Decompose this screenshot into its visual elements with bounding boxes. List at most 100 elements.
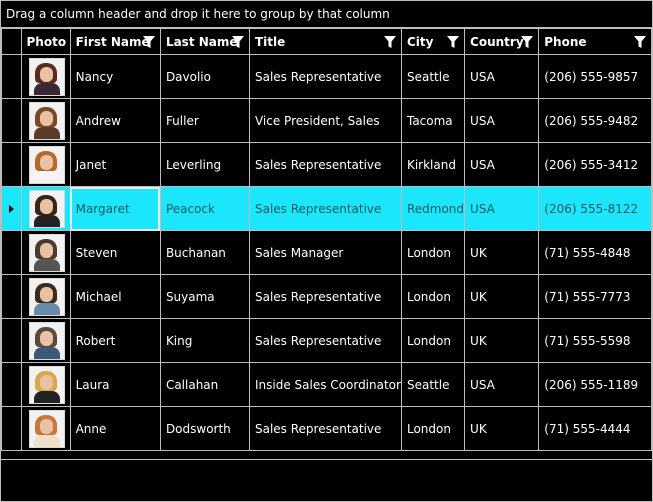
city-cell[interactable]: Seattle bbox=[400, 54, 466, 99]
last-name-cell[interactable]: Buchanan bbox=[159, 230, 250, 275]
column-header-photo[interactable]: Photo bbox=[20, 28, 71, 55]
phone-cell[interactable]: (71) 555-5598 bbox=[538, 318, 652, 363]
row-indicator-cell[interactable] bbox=[1, 98, 22, 143]
column-header-city[interactable]: City bbox=[400, 28, 466, 55]
title-cell[interactable]: Vice President, Sales bbox=[248, 98, 402, 143]
photo-cell[interactable] bbox=[20, 318, 71, 363]
city-cell[interactable]: Redmond bbox=[400, 186, 466, 231]
table-row[interactable]: Margaret Peacock Sales Representative Redmo… bbox=[1, 186, 652, 231]
title-cell[interactable]: Sales Representative bbox=[248, 274, 402, 319]
title-cell[interactable]: Sales Manager bbox=[248, 230, 402, 275]
filter-icon[interactable] bbox=[446, 35, 460, 49]
phone-cell[interactable]: (206) 555-3412 bbox=[538, 142, 652, 187]
last-name-cell[interactable]: Fuller bbox=[159, 98, 250, 143]
filter-icon[interactable] bbox=[520, 35, 534, 49]
table-row[interactable]: Anne Dodsworth Sales Representative London U… bbox=[1, 406, 652, 451]
table-row[interactable]: Andrew Fuller Vice President, Sales Tacoma U… bbox=[1, 98, 652, 143]
last-name-cell[interactable]: Leverling bbox=[159, 142, 250, 187]
row-indicator-cell[interactable] bbox=[1, 142, 22, 187]
phone-cell[interactable]: (206) 555-8122 bbox=[538, 186, 652, 231]
first-name-cell[interactable]: Michael bbox=[69, 274, 161, 319]
row-indicator-cell[interactable] bbox=[1, 54, 22, 99]
title-cell[interactable]: Sales Representative bbox=[248, 318, 402, 363]
last-name-cell[interactable]: Peacock bbox=[159, 186, 250, 231]
group-panel[interactable]: Drag a column header and drop it here to… bbox=[1, 1, 652, 28]
data-grid: Drag a column header and drop it here to… bbox=[0, 0, 653, 502]
table-row[interactable]: Michael Suyama Sales Representative London U… bbox=[1, 274, 652, 319]
first-name-cell[interactable]: Margaret bbox=[69, 186, 161, 231]
last-name-cell[interactable]: Callahan bbox=[159, 362, 250, 407]
table-row[interactable]: Nancy Davolio Sales Representative Seattle U… bbox=[1, 54, 652, 99]
row-indicator-cell[interactable] bbox=[1, 362, 22, 407]
photo-cell[interactable] bbox=[20, 54, 71, 99]
row-indicator-cell[interactable] bbox=[1, 274, 22, 319]
last-name-cell[interactable]: Dodsworth bbox=[159, 406, 250, 451]
table-row[interactable]: Laura Callahan Inside Sales Coordinator Sea… bbox=[1, 362, 652, 407]
city-cell[interactable]: London bbox=[400, 406, 466, 451]
first-name-cell[interactable]: Nancy bbox=[69, 54, 161, 99]
phone-cell[interactable]: (71) 555-4848 bbox=[538, 230, 652, 275]
row-indicator-cell[interactable] bbox=[1, 318, 22, 363]
last-name-cell[interactable]: King bbox=[159, 318, 250, 363]
first-name-cell[interactable]: Steven bbox=[69, 230, 161, 275]
city-cell[interactable]: Tacoma bbox=[400, 98, 466, 143]
grid-body: Nancy Davolio Sales Representative Seattle U… bbox=[1, 54, 652, 451]
first-name-cell[interactable]: Robert bbox=[69, 318, 161, 363]
photo-cell[interactable] bbox=[20, 274, 71, 319]
column-header-label: City bbox=[406, 34, 434, 49]
table-row[interactable]: Steven Buchanan Sales Manager London UK (71) … bbox=[1, 230, 652, 275]
row-indicator-cell[interactable] bbox=[1, 230, 22, 275]
column-header-country[interactable]: Country bbox=[464, 28, 540, 55]
country-cell[interactable]: USA bbox=[464, 142, 540, 187]
country-cell[interactable]: USA bbox=[464, 98, 540, 143]
photo-cell[interactable] bbox=[20, 98, 71, 143]
photo-cell[interactable] bbox=[20, 186, 71, 231]
first-name-cell[interactable]: Andrew bbox=[69, 98, 161, 143]
photo-cell[interactable] bbox=[20, 362, 71, 407]
city-cell[interactable]: London bbox=[400, 274, 466, 319]
column-header-last-name[interactable]: Last Name bbox=[159, 28, 250, 55]
filter-icon[interactable] bbox=[383, 35, 397, 49]
country-cell[interactable]: UK bbox=[464, 406, 540, 451]
table-row[interactable]: Robert King Sales Representative London UK (7… bbox=[1, 318, 652, 363]
title-cell[interactable]: Sales Representative bbox=[248, 186, 402, 231]
country-cell[interactable]: USA bbox=[464, 186, 540, 231]
last-name-cell[interactable]: Davolio bbox=[159, 54, 250, 99]
title-cell[interactable]: Sales Representative bbox=[248, 54, 402, 99]
country-cell[interactable]: UK bbox=[464, 230, 540, 275]
photo-cell[interactable] bbox=[20, 230, 71, 275]
column-header-phone[interactable]: Phone bbox=[538, 28, 652, 55]
column-header-title[interactable]: Title bbox=[248, 28, 402, 55]
phone-cell[interactable]: (206) 555-9482 bbox=[538, 98, 652, 143]
city-cell[interactable]: London bbox=[400, 230, 466, 275]
country-cell[interactable]: UK bbox=[464, 318, 540, 363]
country-cell[interactable]: USA bbox=[464, 54, 540, 99]
first-name-cell[interactable]: Janet bbox=[69, 142, 161, 187]
city-cell[interactable]: London bbox=[400, 318, 466, 363]
title-cell[interactable]: Sales Representative bbox=[248, 142, 402, 187]
first-name-cell[interactable]: Laura bbox=[69, 362, 161, 407]
row-indicator-cell[interactable] bbox=[1, 406, 22, 451]
filter-icon[interactable] bbox=[231, 35, 245, 49]
employee-photo bbox=[28, 277, 65, 316]
filter-icon[interactable] bbox=[142, 35, 156, 49]
row-indicator-cell[interactable] bbox=[1, 186, 22, 231]
last-name-cell[interactable]: Suyama bbox=[159, 274, 250, 319]
city-cell[interactable]: Seattle bbox=[400, 362, 466, 407]
photo-cell[interactable] bbox=[20, 406, 71, 451]
phone-cell[interactable]: (71) 555-4444 bbox=[538, 406, 652, 451]
column-header-first-name[interactable]: First Name bbox=[69, 28, 161, 55]
phone-cell[interactable]: (206) 555-9857 bbox=[538, 54, 652, 99]
city-cell[interactable]: Kirkland bbox=[400, 142, 466, 187]
country-cell[interactable]: UK bbox=[464, 274, 540, 319]
phone-cell[interactable]: (206) 555-1189 bbox=[538, 362, 652, 407]
title-cell[interactable]: Inside Sales Coordinator bbox=[248, 362, 402, 407]
filter-icon[interactable] bbox=[633, 35, 647, 49]
phone-cell[interactable]: (71) 555-7773 bbox=[538, 274, 652, 319]
title-cell[interactable]: Sales Representative bbox=[248, 406, 402, 451]
photo-cell[interactable] bbox=[20, 142, 71, 187]
first-name-cell[interactable]: Anne bbox=[69, 406, 161, 451]
country-cell[interactable]: USA bbox=[464, 362, 540, 407]
photo-face bbox=[39, 286, 53, 302]
table-row[interactable]: Janet Leverling Sales Representative Kirkla… bbox=[1, 142, 652, 187]
